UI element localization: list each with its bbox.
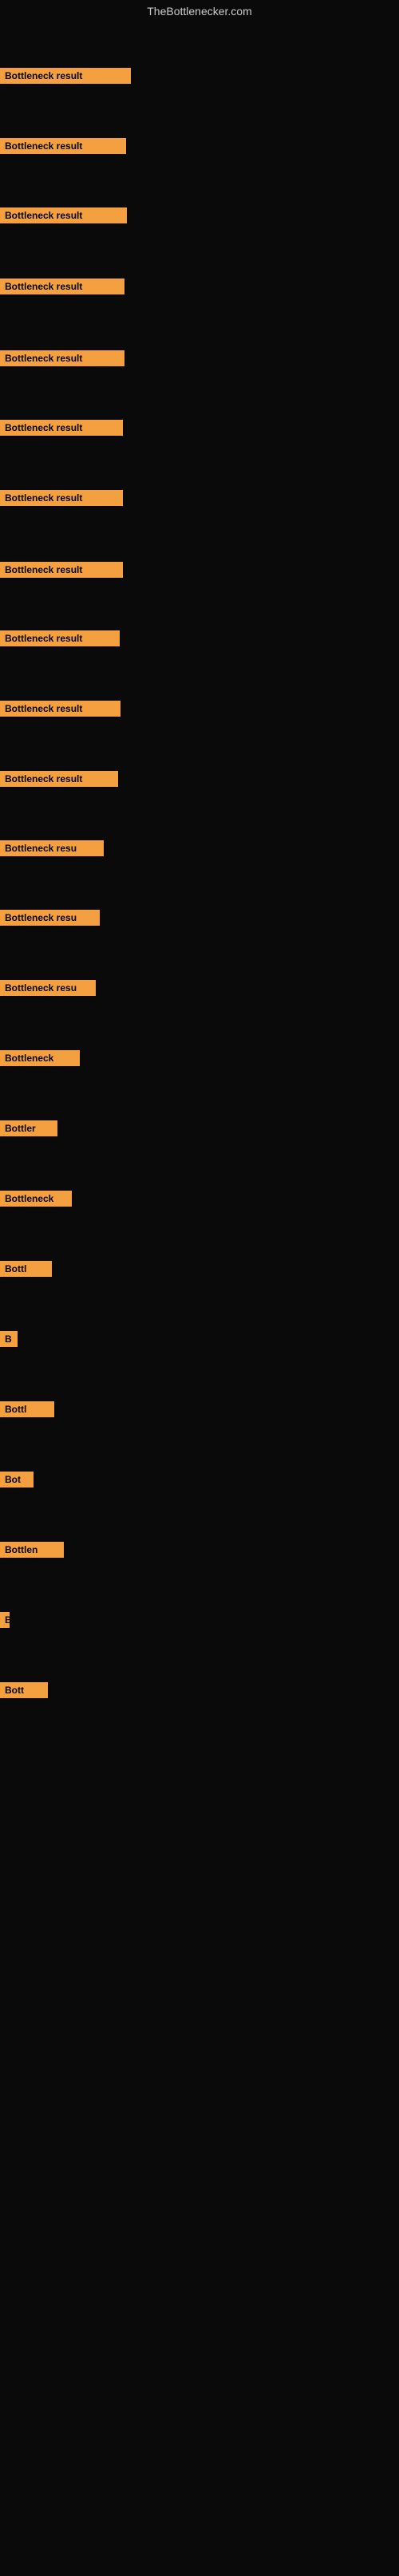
bottleneck-bar-23[interactable]: B [0,1612,10,1628]
site-title: TheBottlenecker.com [0,0,399,22]
bottleneck-bar-6[interactable]: Bottleneck result [0,420,123,436]
bottleneck-bar-15[interactable]: Bottleneck [0,1050,80,1066]
bottleneck-bar-1[interactable]: Bottleneck result [0,68,131,84]
bottleneck-bar-18[interactable]: Bottl [0,1261,52,1277]
bottleneck-bar-24[interactable]: Bott [0,1682,48,1698]
bottleneck-bar-14[interactable]: Bottleneck resu [0,980,96,996]
bottleneck-bar-10[interactable]: Bottleneck result [0,701,120,717]
bottleneck-bar-19[interactable]: B [0,1331,18,1347]
bottleneck-bar-4[interactable]: Bottleneck result [0,279,124,294]
bottleneck-bar-9[interactable]: Bottleneck result [0,630,120,646]
bottleneck-bar-11[interactable]: Bottleneck result [0,771,118,787]
bottleneck-bar-16[interactable]: Bottler [0,1120,57,1136]
bottleneck-bar-2[interactable]: Bottleneck result [0,138,126,154]
bottleneck-bar-21[interactable]: Bot [0,1472,34,1488]
bottleneck-bar-12[interactable]: Bottleneck resu [0,840,104,856]
bottleneck-bar-20[interactable]: Bottl [0,1401,54,1417]
bottleneck-bar-3[interactable]: Bottleneck result [0,207,127,223]
bottleneck-bar-7[interactable]: Bottleneck result [0,490,123,506]
bottleneck-bar-8[interactable]: Bottleneck result [0,562,123,578]
bottleneck-bar-5[interactable]: Bottleneck result [0,350,124,366]
bottleneck-bar-13[interactable]: Bottleneck resu [0,910,100,926]
bottleneck-bar-22[interactable]: Bottlen [0,1542,64,1558]
bottleneck-bar-17[interactable]: Bottleneck [0,1191,72,1207]
